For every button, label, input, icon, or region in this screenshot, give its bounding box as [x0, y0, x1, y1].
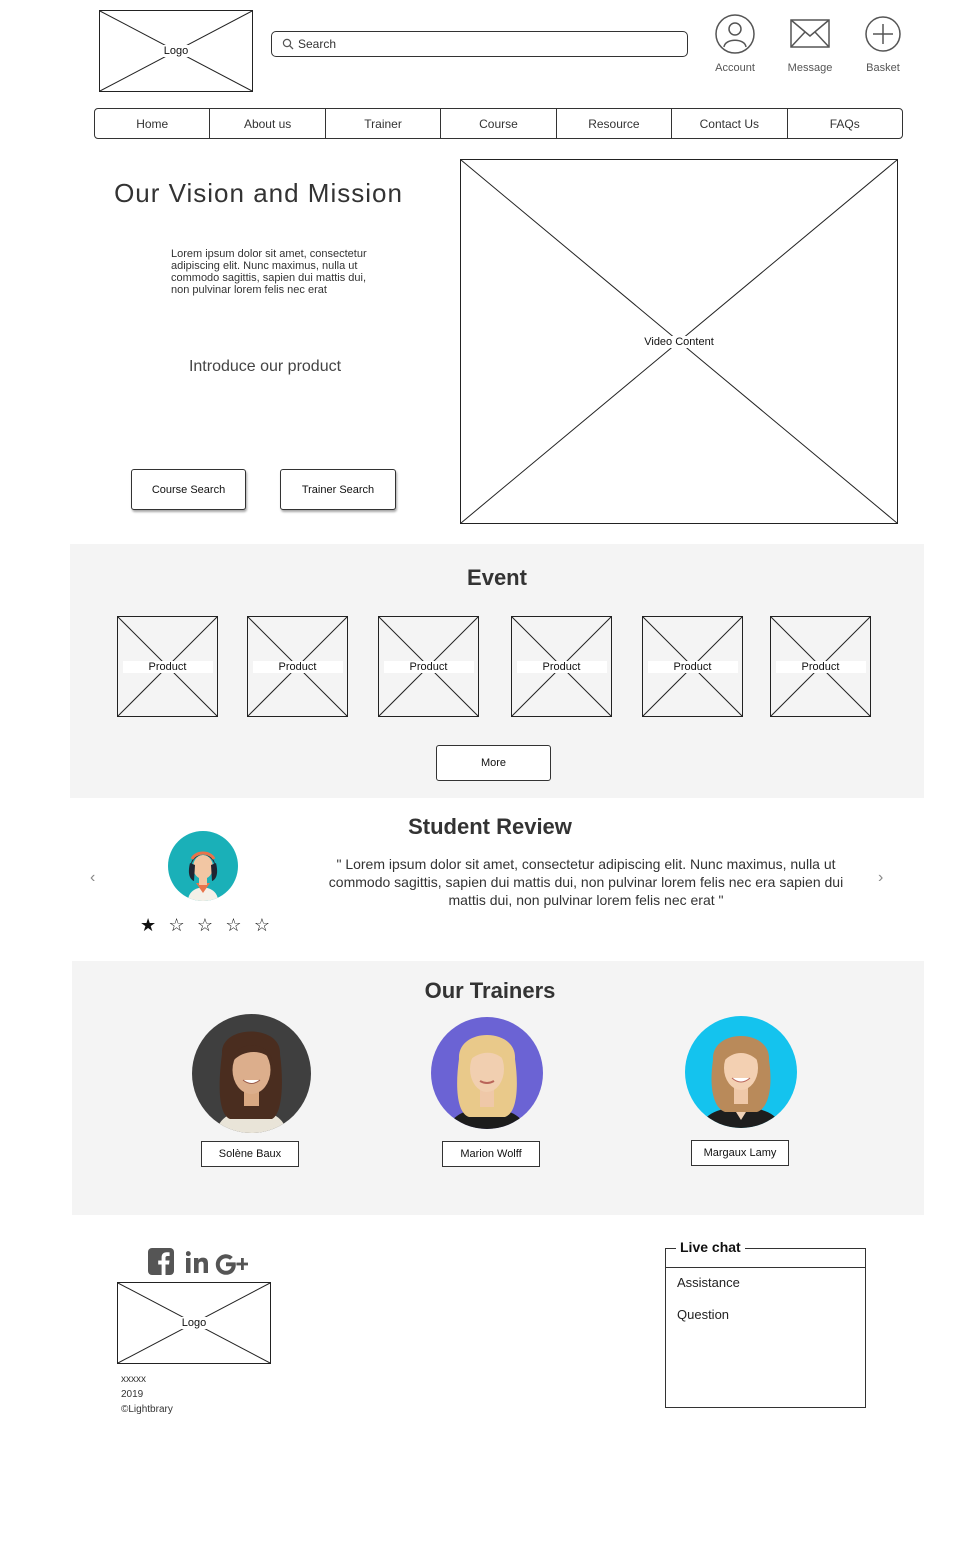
event-product-label: Product	[775, 660, 866, 673]
event-product-card[interactable]: Product	[642, 616, 743, 717]
basket-icon	[865, 16, 901, 52]
review-prev-arrow[interactable]: ‹	[90, 869, 95, 887]
account-icon	[715, 14, 755, 54]
nav-about-us[interactable]: About us	[210, 109, 326, 138]
trainers-title: Our Trainers	[424, 978, 556, 1003]
event-product-label: Product	[647, 660, 738, 673]
nav-faqs[interactable]: FAQs	[788, 109, 902, 138]
video-content[interactable]: Video Content	[460, 159, 898, 524]
footer-text: xxxxx 2019 ©Lightbrary	[121, 1372, 173, 1417]
review-next-arrow[interactable]: ›	[878, 869, 883, 887]
trainer-portrait	[701, 1036, 781, 1128]
footer-line-3: ©Lightbrary	[121, 1404, 173, 1415]
search-input[interactable]	[298, 37, 658, 51]
more-button[interactable]: More	[436, 745, 551, 781]
star-empty-icon[interactable]: ☆	[225, 914, 241, 936]
live-chat-title: Live chat	[676, 1239, 745, 1255]
event-product-card[interactable]: Product	[247, 616, 348, 717]
nav-contact-us[interactable]: Contact Us	[672, 109, 788, 138]
google-plus-icon[interactable]	[215, 1253, 248, 1276]
event-product-label: Product	[122, 660, 213, 673]
star-empty-icon[interactable]: ☆	[168, 914, 184, 936]
course-search-button[interactable]: Course Search	[131, 469, 246, 510]
account-label: Account	[715, 62, 755, 74]
trainer-photo-margaux[interactable]	[685, 1016, 797, 1128]
footer-logo-label: Logo	[179, 1317, 209, 1329]
facebook-icon[interactable]	[148, 1248, 174, 1275]
event-product-label: Product	[252, 660, 343, 673]
event-product-card[interactable]: Product	[378, 616, 479, 717]
event-title: Event	[467, 565, 527, 590]
star-empty-icon[interactable]: ☆	[197, 914, 213, 936]
footer-line-2: 2019	[121, 1389, 144, 1400]
header-logo[interactable]: Logo	[99, 10, 253, 92]
live-chat-option-question[interactable]: Question	[677, 1307, 729, 1322]
basket-button[interactable]: Basket	[853, 14, 913, 74]
live-chat-option-assistance[interactable]: Assistance	[677, 1275, 740, 1290]
header-logo-label: Logo	[161, 45, 191, 57]
live-chat-panel: Live chat Assistance Question	[665, 1239, 866, 1408]
footer-line-1: xxxxx	[121, 1374, 146, 1385]
nav-trainer[interactable]: Trainer	[326, 109, 442, 138]
hero-text: Lorem ipsum dolor sit amet, consectetur …	[171, 248, 367, 296]
trainer-search-button[interactable]: Trainer Search	[280, 469, 396, 510]
account-button[interactable]: Account	[705, 14, 765, 74]
review-quote: " Lorem ipsum dolor sit amet, consectetu…	[328, 856, 844, 908]
review-title: Student Review	[408, 814, 572, 839]
star-empty-icon[interactable]: ☆	[254, 914, 270, 936]
event-product-label: Product	[383, 660, 474, 673]
message-button[interactable]: Message	[780, 14, 840, 74]
trainer-name-solene[interactable]: Solène Baux	[201, 1141, 299, 1167]
event-product-card[interactable]: Product	[770, 616, 871, 717]
basket-label: Basket	[866, 62, 900, 74]
search-bar[interactable]	[271, 31, 688, 57]
trainer-photo-solene[interactable]	[192, 1014, 311, 1133]
event-product-card[interactable]: Product	[117, 616, 218, 717]
search-icon	[282, 38, 294, 50]
message-icon	[790, 19, 830, 48]
nav-resource[interactable]: Resource	[557, 109, 673, 138]
hero-intro: Introduce our product	[188, 358, 342, 375]
trainer-photo-marion[interactable]	[431, 1017, 543, 1129]
trainer-name-margaux[interactable]: Margaux Lamy	[691, 1140, 789, 1166]
main-nav: Home About us Trainer Course Resource Co…	[94, 108, 903, 139]
reviewer-avatar	[168, 831, 238, 901]
rating-stars: ★ ☆ ☆ ☆ ☆	[140, 914, 270, 936]
footer-logo[interactable]: Logo	[117, 1282, 271, 1364]
trainer-portrait	[449, 1035, 525, 1129]
nav-home[interactable]: Home	[95, 109, 211, 138]
star-filled-icon[interactable]: ★	[140, 914, 156, 936]
message-label: Message	[787, 62, 833, 74]
nav-course[interactable]: Course	[441, 109, 557, 138]
event-product-label: Product	[516, 660, 607, 673]
event-product-card[interactable]: Product	[511, 616, 612, 717]
trainer-name-marion[interactable]: Marion Wolff	[442, 1141, 540, 1167]
linkedin-icon[interactable]	[186, 1251, 210, 1273]
trainer-portrait	[217, 1031, 286, 1133]
video-content-label: Video Content	[642, 335, 716, 348]
reviewer-illustration	[188, 851, 218, 901]
hero-title: Our Vision and Mission	[114, 178, 403, 208]
